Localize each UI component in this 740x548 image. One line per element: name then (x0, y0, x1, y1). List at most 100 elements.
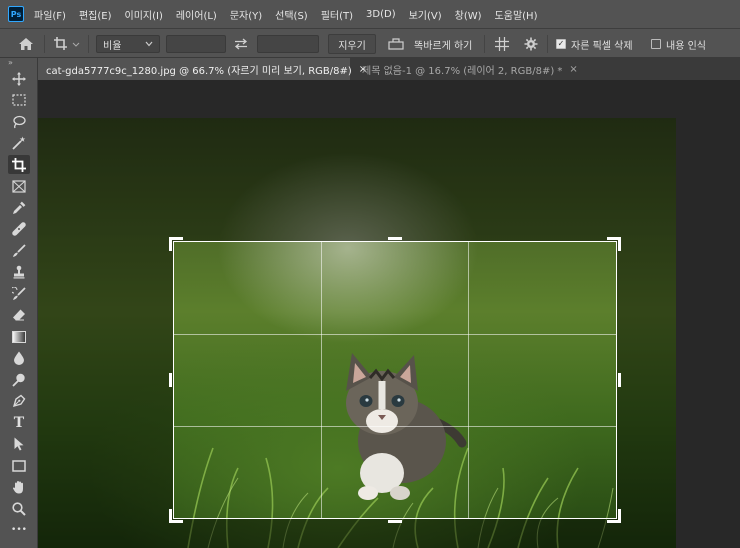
width-field[interactable] (166, 35, 226, 53)
checkbox-empty-icon (651, 39, 661, 49)
move-tool[interactable] (0, 68, 38, 90)
home-icon[interactable] (18, 29, 34, 59)
healing-brush-tool[interactable] (0, 219, 38, 241)
delete-cropped-checkbox[interactable]: ✓ 자른 픽셀 삭제 (556, 29, 633, 59)
blur-tool[interactable] (0, 348, 38, 370)
eyedropper-icon (8, 198, 30, 217)
crop-handle-left[interactable] (169, 373, 172, 387)
more-tools[interactable]: ••• (0, 520, 38, 542)
crop-grid-line (468, 242, 470, 518)
clear-button[interactable]: 지우기 (328, 34, 376, 54)
menu-view[interactable]: 보기(V) (409, 7, 442, 22)
lasso-icon (8, 112, 30, 131)
divider (484, 35, 485, 53)
menu-file[interactable]: 파일(F) (34, 7, 66, 22)
brush-tool[interactable] (0, 240, 38, 262)
history-brush-icon (8, 284, 30, 303)
delete-cropped-label: 자른 픽셀 삭제 (571, 40, 633, 52)
menu-bar: Ps 파일(F) 편집(E) 이미지(I) 레이어(L) 문자(Y) 선택(S)… (0, 0, 740, 28)
menu-3d[interactable]: 3D(D) (366, 9, 396, 20)
zoom-tool[interactable] (0, 498, 38, 520)
crop-shield-top (38, 118, 676, 241)
menu-filter[interactable]: 필터(T) (321, 7, 353, 22)
crop-shield-left (38, 241, 173, 519)
swap-icon[interactable] (234, 29, 248, 59)
tab-label: cat-gda5777c9c_1280.jpg @ 66.7% (자르기 미리 … (46, 65, 352, 77)
tab-cat-document[interactable]: cat-gda5777c9c_1280.jpg @ 66.7% (자르기 미리 … (38, 58, 367, 80)
gradient-icon (8, 327, 30, 346)
magic-wand-tool[interactable] (0, 133, 38, 155)
menu-window[interactable]: 창(W) (455, 7, 482, 22)
photoshop-logo-icon[interactable]: Ps (8, 6, 24, 22)
content-aware-checkbox[interactable]: 내용 인식 (651, 29, 706, 59)
document-tab-bar: cat-gda5777c9c_1280.jpg @ 66.7% (자르기 미리 … (38, 58, 740, 80)
stamp-icon (8, 263, 30, 282)
menu-help[interactable]: 도움말(H) (495, 7, 538, 22)
crop-handle-right[interactable] (618, 373, 621, 387)
crop-box[interactable] (173, 241, 617, 519)
crop-icon (8, 155, 30, 175)
clone-stamp-tool[interactable] (0, 262, 38, 284)
crop-grid-line (321, 242, 323, 518)
lasso-tool[interactable] (0, 111, 38, 133)
crop-shield-right (617, 241, 676, 519)
ratio-select-value: 비율 (103, 40, 122, 52)
arrow-icon (8, 435, 30, 454)
dodge-tool[interactable] (0, 369, 38, 391)
ratio-select[interactable]: 비율 (96, 35, 160, 53)
divider (547, 35, 548, 53)
frame-icon (8, 177, 30, 196)
crop-handle-bottom[interactable] (388, 520, 402, 523)
rectangle-icon (8, 456, 30, 475)
rectangle-tool[interactable] (0, 455, 38, 477)
hand-tool[interactable] (0, 477, 38, 499)
crop-grid-line (174, 425, 616, 427)
tools-panel: » T ••• (0, 58, 38, 548)
menu-layer[interactable]: 레이어(L) (176, 7, 217, 22)
gradient-tool[interactable] (0, 326, 38, 348)
straighten-icon[interactable] (388, 29, 404, 59)
menu-edit[interactable]: 편집(E) (79, 7, 112, 22)
type-icon: T (13, 414, 25, 431)
checkmark-icon: ✓ (556, 39, 566, 49)
crop-grid-line (174, 333, 616, 335)
divider (88, 35, 89, 53)
marquee-icon (8, 91, 30, 110)
eyedropper-tool[interactable] (0, 197, 38, 219)
grid-overlay-icon[interactable] (495, 29, 509, 59)
chevron-down-icon (145, 41, 153, 47)
move-icon (8, 69, 30, 88)
menu-image[interactable]: 이미지(I) (125, 7, 163, 22)
crop-tool[interactable] (0, 154, 38, 176)
magic-wand-icon (8, 134, 30, 153)
menu-type[interactable]: 문자(Y) (230, 7, 262, 22)
crop-handle-top[interactable] (388, 237, 402, 240)
type-tool[interactable]: T (0, 412, 38, 434)
eraser-tool[interactable] (0, 305, 38, 327)
content-aware-label: 내용 인식 (666, 40, 706, 52)
collapse-toolbar-icon[interactable]: » (0, 58, 37, 68)
dodge-icon (8, 370, 30, 389)
canvas-area[interactable] (38, 80, 740, 548)
history-brush-tool[interactable] (0, 283, 38, 305)
straighten-button[interactable]: 똑바르게 하기 (414, 29, 472, 59)
tab-label: 제목 없음-1 @ 16.7% (레이어 2, RGB/8#) * (362, 65, 563, 77)
frame-tool[interactable] (0, 176, 38, 198)
crop-shield-bottom (38, 519, 676, 548)
tab-untitled-document[interactable]: 제목 없음-1 @ 16.7% (레이어 2, RGB/8#) * × (354, 58, 578, 80)
more-icon: ••• (11, 525, 27, 536)
path-selection-tool[interactable] (0, 434, 38, 456)
options-bar: 비율 지우기 똑바르게 하기 ✓ 자른 픽셀 삭제 내용 인식 (0, 28, 740, 58)
crop-preset-icon[interactable] (54, 29, 82, 59)
brush-icon (8, 241, 30, 260)
close-icon[interactable]: × (569, 64, 577, 75)
height-field[interactable] (257, 35, 319, 53)
eraser-icon (8, 306, 30, 325)
menu-select[interactable]: 선택(S) (275, 7, 308, 22)
marquee-tool[interactable] (0, 90, 38, 112)
pen-icon (8, 392, 30, 411)
drop-icon (8, 349, 30, 368)
pen-tool[interactable] (0, 391, 38, 413)
gear-icon[interactable] (524, 29, 538, 59)
divider (44, 35, 45, 53)
